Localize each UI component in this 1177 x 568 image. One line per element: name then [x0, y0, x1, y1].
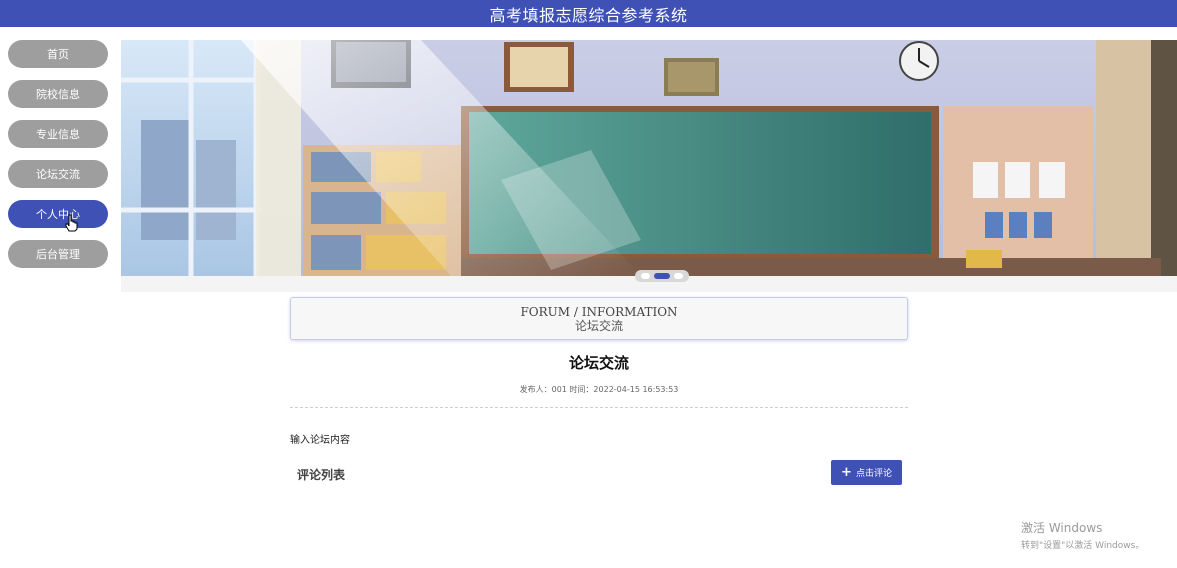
windows-activation-watermark: 激活 Windows 转到"设置"以激活 Windows。	[1021, 519, 1144, 551]
divider	[290, 407, 908, 408]
post-title: 论坛交流	[568, 354, 629, 372]
sidebar-item-forum[interactable]: 论坛交流	[8, 160, 108, 188]
sidebar-item-majors[interactable]: 专业信息	[8, 120, 108, 148]
watermark-line1: 激活 Windows	[1021, 521, 1103, 535]
sidebar-item-personal-center[interactable]: 个人中心	[8, 200, 108, 232]
post-content: 输入论坛内容	[290, 435, 350, 446]
plus-icon: +	[841, 465, 852, 480]
sidebar-item-label: 院校信息	[36, 88, 80, 101]
carousel	[121, 40, 1177, 292]
carousel-indicators	[635, 270, 689, 282]
sidebar-item-label: 论坛交流	[36, 168, 80, 181]
sidebar-item-admin[interactable]: 后台管理	[8, 240, 108, 268]
sidebar-item-label: 首页	[47, 48, 69, 61]
add-comment-button[interactable]: + 点击评论	[831, 460, 902, 485]
carousel-image-classroom	[121, 40, 1177, 276]
section-title-en: FORUM / INFORMATION	[520, 305, 678, 319]
carousel-dot[interactable]	[641, 273, 650, 279]
section-title-cn: 论坛交流	[574, 319, 623, 333]
sidebar-item-label: 专业信息	[36, 128, 80, 141]
sidebar-item-schools[interactable]: 院校信息	[8, 80, 108, 108]
post-meta: 发布人：001 时间：2022-04-15 16:53:53	[519, 385, 679, 394]
sidebar-item-home[interactable]: 首页	[8, 40, 108, 68]
top-header: 高考填报志愿综合参考系统	[0, 0, 1177, 27]
sidebar-nav: 首页 院校信息 专业信息 论坛交流 个人中心 后台管理	[8, 40, 108, 280]
section-header: FORUM / INFORMATION 论坛交流	[290, 297, 908, 340]
hand-cursor-icon	[65, 214, 78, 232]
comments-list-label: 评论列表	[297, 468, 346, 482]
sidebar-item-label: 后台管理	[36, 248, 80, 261]
carousel-dot-active[interactable]	[654, 273, 670, 279]
app-title: 高考填报志愿综合参考系统	[489, 5, 688, 25]
watermark-line2: 转到"设置"以激活 Windows。	[1021, 541, 1145, 551]
add-comment-label: 点击评论	[855, 469, 892, 479]
carousel-dot[interactable]	[674, 273, 683, 279]
